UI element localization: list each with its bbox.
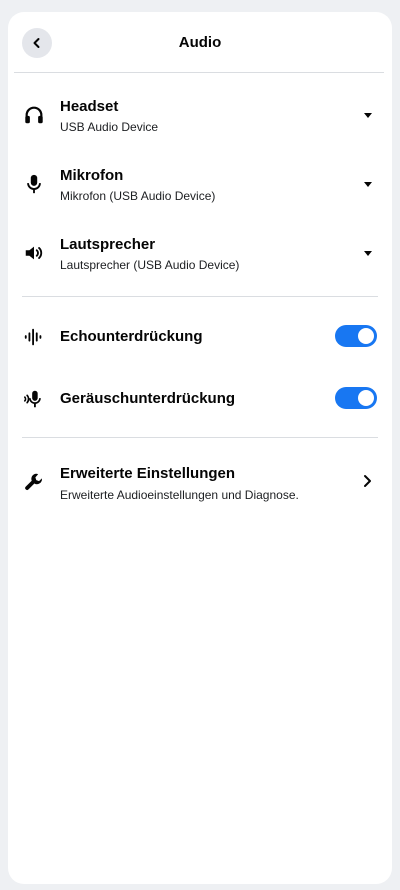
device-select-headset[interactable]: Headset USB Audio Device [8, 92, 392, 150]
toggle-label: Geräuschunterdrückung [60, 390, 236, 407]
toggle-label: Echounterdrückung [60, 328, 203, 345]
device-title: Mikrofon [60, 167, 124, 184]
noise-suppression-toggle[interactable] [335, 387, 377, 409]
echo-cancellation-toggle[interactable] [335, 325, 377, 347]
noise-suppression-icon [22, 387, 46, 411]
toggle-knob [358, 328, 374, 344]
microphone-icon [22, 172, 46, 196]
speaker-icon [22, 241, 46, 265]
waveform-icon [22, 325, 46, 349]
caret-down-icon [364, 251, 372, 256]
chevron-right-icon [364, 475, 371, 487]
advanced-settings-title: Erweiterte Einstellungen [60, 465, 236, 482]
header: Audio [8, 12, 392, 73]
device-subtitle: Lautsprecher (USB Audio Device) [60, 258, 240, 272]
header-divider [14, 72, 384, 73]
echo-cancellation-row: Echounterdrückung [8, 308, 392, 366]
page-title: Audio [178, 34, 222, 51]
section-divider [22, 437, 378, 438]
device-select-microphone[interactable]: Mikrofon Mikrofon (USB Audio Device) [8, 161, 392, 219]
caret-down-icon [364, 182, 372, 187]
toggle-knob [358, 390, 374, 406]
advanced-settings-subtitle: Erweiterte Audioeinstellungen und Diagno… [60, 488, 299, 502]
wrench-icon [22, 470, 46, 494]
caret-down-icon [364, 113, 372, 118]
device-title: Lautsprecher [60, 236, 156, 253]
device-title: Headset [60, 98, 119, 115]
headphones-icon [22, 103, 46, 127]
noise-suppression-row: Geräuschunterdrückung [8, 370, 392, 428]
section-divider [22, 296, 378, 297]
device-subtitle: Mikrofon (USB Audio Device) [60, 189, 216, 203]
device-select-speaker[interactable]: Lautsprecher Lautsprecher (USB Audio Dev… [8, 230, 392, 288]
device-subtitle: USB Audio Device [60, 120, 159, 134]
advanced-settings-row[interactable]: Erweiterte Einstellungen Erweiterte Audi… [8, 458, 392, 516]
audio-settings-panel: Audio Headset USB Audio Device Mikrofon … [8, 12, 392, 884]
